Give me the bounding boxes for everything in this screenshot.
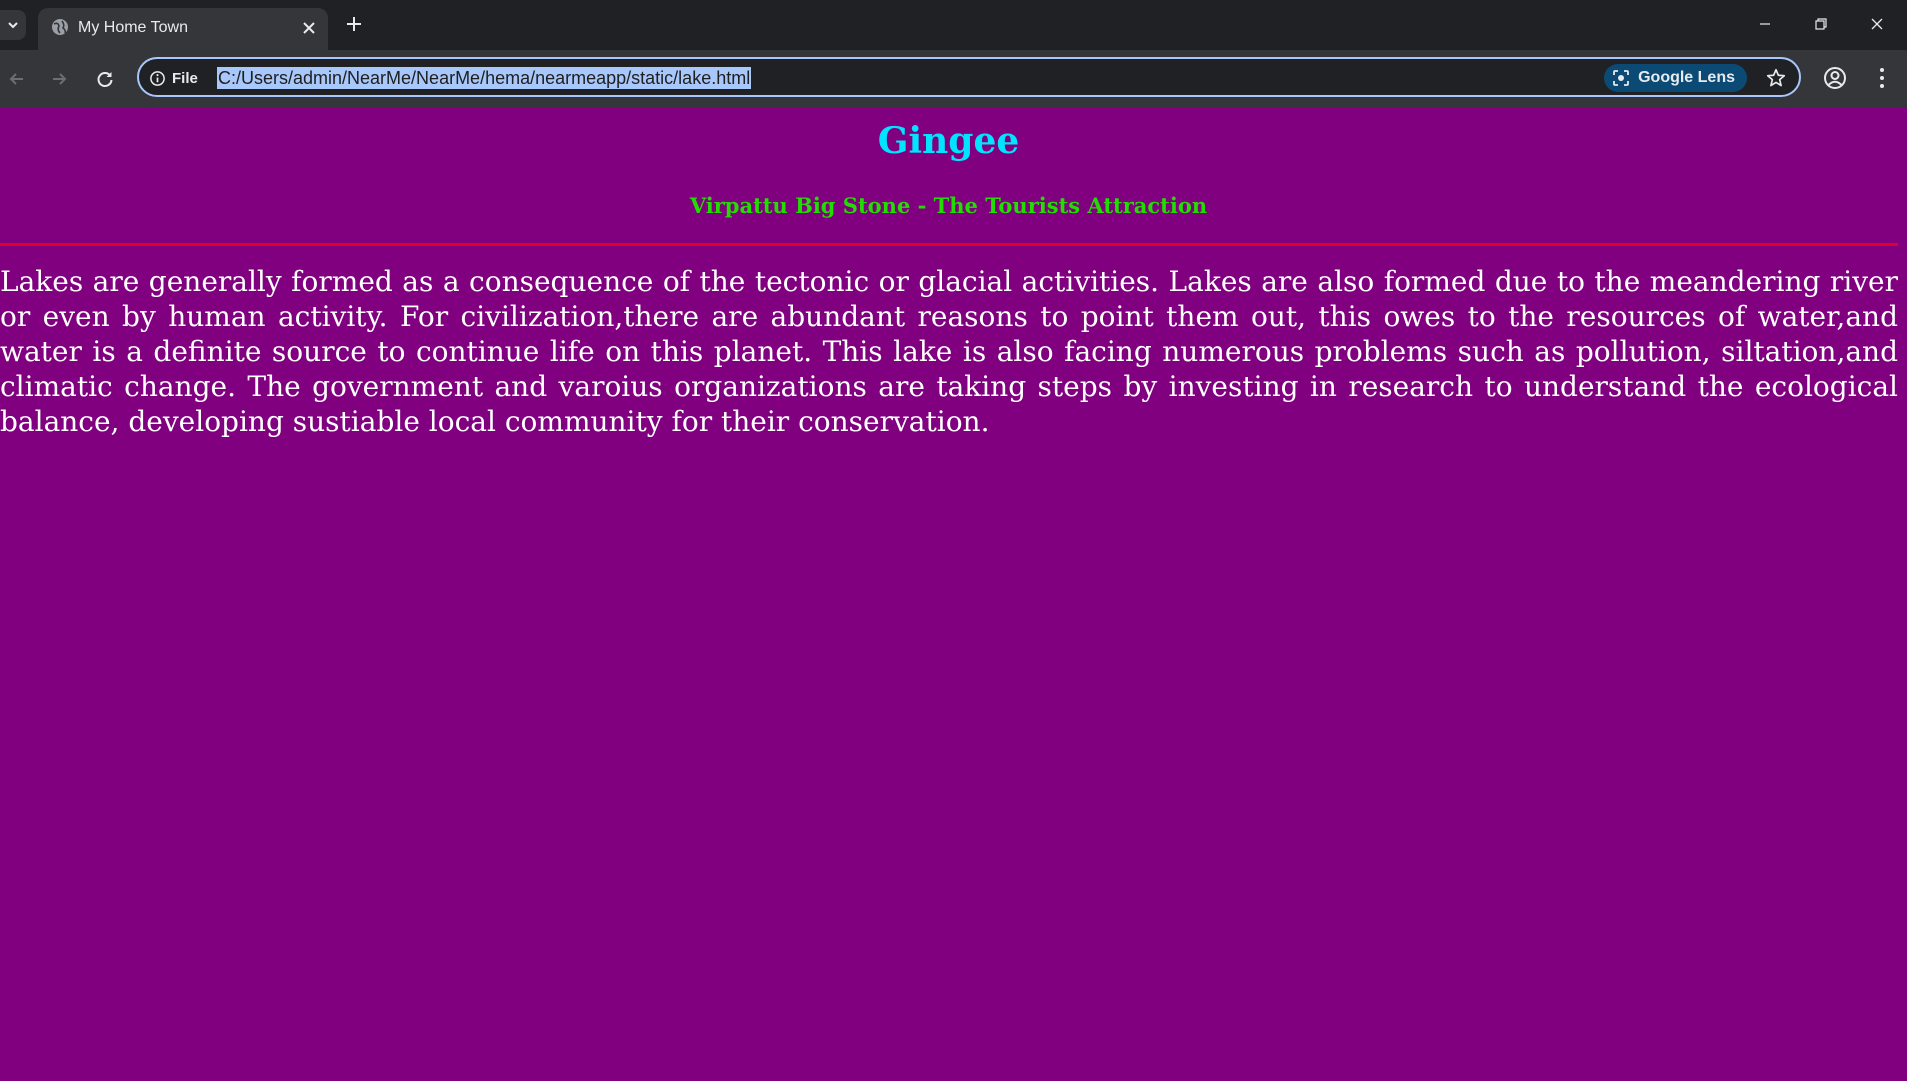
url-text[interactable]: C:/Users/admin/NearMe/NearMe/hema/nearme… <box>217 67 752 89</box>
plus-icon[interactable] <box>342 12 366 36</box>
minimize-button[interactable] <box>1737 0 1793 48</box>
close-icon[interactable] <box>300 19 318 37</box>
tab-title: My Home Town <box>78 19 188 36</box>
page-subtitle: Virpattu Big Stone - The Tourists Attrac… <box>689 193 1208 218</box>
back-arrow-icon <box>9 73 23 85</box>
restore-icon <box>1815 18 1827 30</box>
info-icon <box>150 70 165 86</box>
forward-button[interactable] <box>44 64 74 94</box>
forward-arrow-icon <box>53 73 67 85</box>
page-content: Gingee Virpattu Big Stone - The Tourists… <box>0 108 1907 1081</box>
more-vert-icon[interactable] <box>1870 65 1894 91</box>
browser-chrome: My Home Town File C:/Users/admin/NearMe/… <box>0 0 1907 108</box>
profile-icon[interactable] <box>1822 65 1848 91</box>
scheme-label: File <box>172 69 198 87</box>
close-window-button[interactable] <box>1849 0 1905 48</box>
google-lens-label: Google Lens <box>1638 69 1735 86</box>
tab-strip: My Home Town <box>0 0 1907 50</box>
reload-icon <box>97 72 113 87</box>
close-icon <box>1871 18 1883 30</box>
horizontal-rule <box>0 243 1898 246</box>
chevron-down-icon <box>8 22 18 29</box>
site-info-button[interactable]: File <box>149 67 198 89</box>
body-paragraph: Lakes are generally formed as a conseque… <box>0 265 1898 438</box>
tab-list-button[interactable] <box>0 10 26 40</box>
back-button[interactable] <box>2 64 32 94</box>
page-title: Gingee <box>877 120 1020 162</box>
toolbar: File C:/Users/admin/NearMe/NearMe/hema/n… <box>0 50 1907 108</box>
tab-my-home-town[interactable]: My Home Town <box>38 8 328 50</box>
restore-button[interactable] <box>1793 0 1849 48</box>
camera-lens-icon <box>1613 70 1629 86</box>
minimize-icon <box>1760 23 1770 25</box>
reload-button[interactable] <box>90 64 120 94</box>
address-bar[interactable]: File C:/Users/admin/NearMe/NearMe/hema/n… <box>137 57 1801 97</box>
google-lens-button[interactable]: Google Lens <box>1604 64 1747 92</box>
globe-icon <box>52 19 68 35</box>
star-icon[interactable] <box>1765 67 1787 89</box>
